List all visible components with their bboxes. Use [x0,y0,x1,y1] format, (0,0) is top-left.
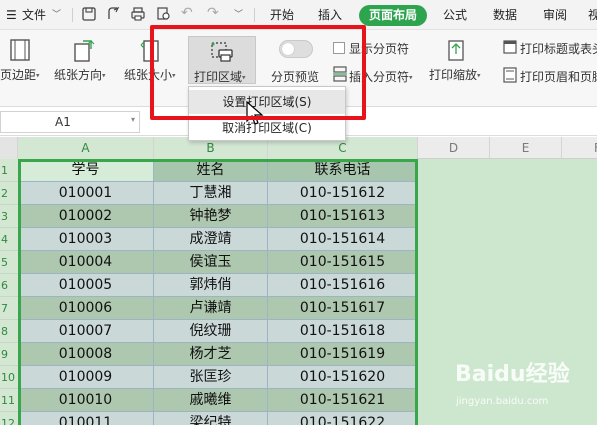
table-cell[interactable]: 010002 [18,205,154,228]
table-cell[interactable]: 郭炜俏 [154,274,268,297]
table-cell[interactable]: 010001 [18,182,154,205]
orientation-button[interactable]: 纸张方向▾ [54,30,112,107]
table-cell[interactable]: 010009 [18,366,154,389]
name-box[interactable]: A1 ▾ [0,111,140,133]
print-scale-label: 打印缩放 [429,68,478,82]
table-cell[interactable]: 杨才芝 [154,343,268,366]
watermark-url: jingyan.baidu.com [456,396,549,407]
row-header[interactable]: 2 [0,182,18,205]
orientation-icon [74,40,95,62]
print-header-footer-button[interactable]: 打印页眉和页脚 [520,68,597,85]
table-cell[interactable]: 010-151617 [268,297,418,320]
table-cell[interactable]: 010-151620 [268,366,418,389]
row-header[interactable]: 12 [0,412,18,425]
select-all-corner[interactable] [0,137,18,159]
print-titles-icon[interactable] [503,40,517,54]
table-cell[interactable]: 侯谊玉 [154,251,268,274]
print-icon[interactable] [131,7,145,21]
highlight-box [150,25,366,120]
row-header[interactable]: 9 [0,343,18,366]
chevron-down-icon[interactable]: ﹀ [52,7,61,24]
row-header[interactable]: 10 [0,366,18,389]
table-cell[interactable]: 丁慧湘 [154,182,268,205]
undo-icon[interactable]: ↶ [181,5,193,22]
table-cell[interactable]: 010-151616 [268,274,418,297]
print-titles-button[interactable]: 打印标题或表头 [520,40,597,57]
table-cell[interactable]: 张匡珍 [154,366,268,389]
table-cell[interactable]: 010008 [18,343,154,366]
file-menu[interactable]: 文件 [22,7,46,24]
tab-view[interactable]: 视 [588,7,597,24]
column-header-a[interactable]: A [18,137,154,159]
row-header[interactable]: 11 [0,389,18,412]
tab-page-layout[interactable]: 页面布局 [359,5,427,26]
table-cell[interactable]: 010006 [18,297,154,320]
cell-reference: A1 [55,115,71,129]
row-header[interactable]: 8 [0,320,18,343]
table-cell[interactable]: 010004 [18,251,154,274]
table-cell[interactable]: 010-151615 [268,251,418,274]
margins-icon [10,39,30,61]
table-cell[interactable]: 钟艳梦 [154,205,268,228]
print-scale-icon [448,40,464,61]
row-header[interactable]: 4 [0,228,18,251]
table-cell[interactable]: 倪纹珊 [154,320,268,343]
table-cell[interactable]: 010-151619 [268,343,418,366]
table-cell[interactable]: 梁纪特 [154,412,268,425]
column-header-f[interactable]: F [562,137,597,159]
row-header-column: 1 2 3 4 5 6 7 8 9 10 11 12 [0,159,18,425]
print-header-footer-icon[interactable] [503,67,517,83]
margins-label: 页边距 [0,68,37,82]
table-header-cell[interactable]: 姓名 [154,159,268,182]
table-header-cell[interactable]: 学号 [18,159,154,182]
table-cell[interactable]: 戚曦维 [154,389,268,412]
menu-icon[interactable]: ☰ [6,7,17,24]
table-cell[interactable]: 010-151621 [268,389,418,412]
share-icon[interactable] [106,7,120,21]
row-header[interactable]: 5 [0,251,18,274]
table-cell[interactable]: 010-151613 [268,205,418,228]
table-cell[interactable]: 成澄靖 [154,228,268,251]
tab-home[interactable]: 开始 [270,7,294,24]
row-header[interactable]: 1 [0,159,18,182]
margins-button[interactable]: 页边距▾ [0,30,44,107]
tab-data[interactable]: 数据 [493,7,517,24]
column-header-d[interactable]: D [418,137,490,159]
table-cell[interactable]: 010011 [18,412,154,425]
column-header-e[interactable]: E [490,137,562,159]
table-cell[interactable]: 010-151618 [268,320,418,343]
print-preview-icon[interactable] [157,7,171,21]
tab-formulas[interactable]: 公式 [443,7,467,24]
row-header[interactable]: 7 [0,297,18,320]
table-cell[interactable]: 010-151622 [268,412,418,425]
table-cell[interactable]: 010-151614 [268,228,418,251]
save-icon[interactable] [82,7,96,21]
table-cell[interactable]: 010005 [18,274,154,297]
row-header[interactable]: 3 [0,205,18,228]
quick-access-dropdown-icon[interactable]: ﹀ [234,7,243,24]
table-cell[interactable]: 010-151612 [268,182,418,205]
print-scale-button[interactable]: 打印缩放▾ [426,30,490,107]
tab-insert[interactable]: 插入 [318,7,342,24]
table-cell[interactable]: 010007 [18,320,154,343]
table-header-cell[interactable]: 联系电话 [268,159,418,182]
table-cell[interactable]: 卢谦靖 [154,297,268,320]
redo-icon[interactable]: ↷ [207,5,219,22]
table-cell[interactable]: 010010 [18,389,154,412]
table-cell[interactable]: 010003 [18,228,154,251]
orientation-label: 纸张方向 [54,68,103,82]
tab-review[interactable]: 审阅 [543,7,567,24]
row-header[interactable]: 6 [0,274,18,297]
name-box-dropdown-icon[interactable]: ▾ [131,115,135,124]
watermark-logo: Baidu经验 [455,362,570,387]
